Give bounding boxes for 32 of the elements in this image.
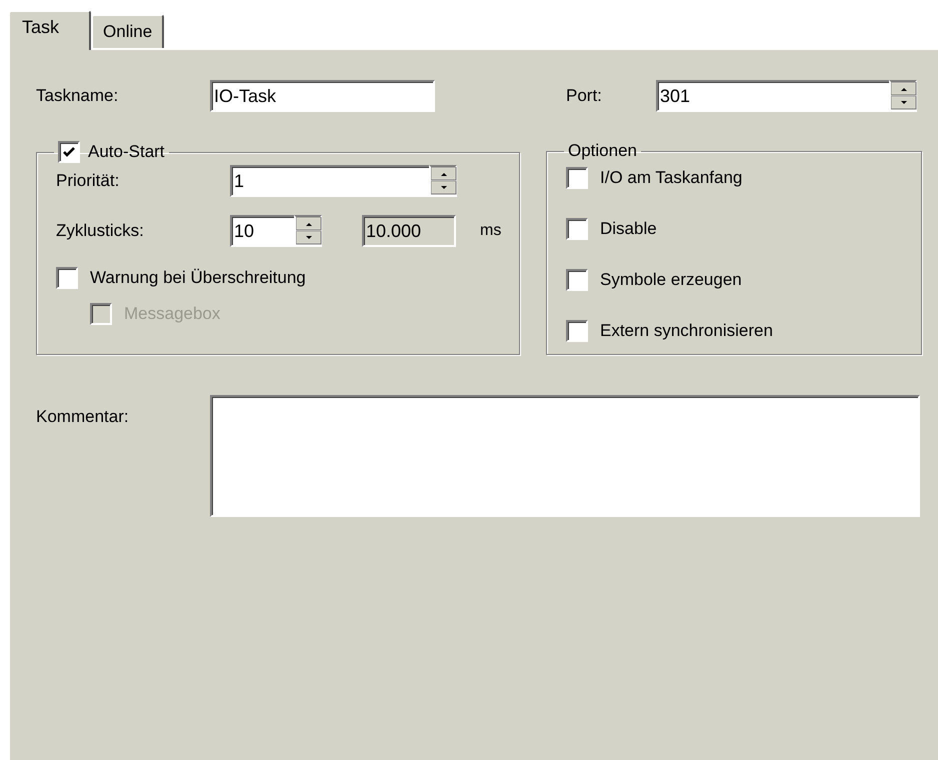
spin-button[interactable] [429, 165, 457, 197]
checkbox[interactable] [566, 320, 588, 342]
number-field[interactable]: 301 [656, 80, 889, 112]
field-label: Kommentar: [36, 406, 130, 428]
checkbox[interactable] [56, 267, 78, 289]
group-title: Optionen [568, 141, 637, 161]
checkbox-label: Warnung bei Überschreitung [90, 268, 306, 288]
checkbox-label: Extern synchronisieren [600, 321, 773, 341]
checkbox-label: Auto-Start [88, 142, 165, 162]
checkbox[interactable] [566, 269, 588, 291]
unit-label: ms [480, 222, 502, 240]
spin-button[interactable] [294, 215, 322, 247]
checkbox-label: Symbole erzeugen [600, 270, 742, 290]
checkbox-label: Disable [600, 219, 657, 239]
field-label: Port: [566, 86, 603, 106]
checkbox[interactable] [58, 141, 80, 163]
readonly-field[interactable]: 10.000 [362, 215, 456, 247]
field-label: Priorität: [56, 171, 120, 191]
checkbox-label: Messagebox [124, 304, 220, 324]
checkbox[interactable] [566, 167, 588, 189]
text-field[interactable]: IO-Task [210, 80, 435, 112]
tab[interactable]: Task [8, 10, 92, 50]
checkbox-label: I/O am Taskanfang [600, 168, 742, 188]
checkmark-icon [62, 145, 76, 159]
number-field[interactable]: 10 [230, 215, 294, 247]
checkbox[interactable] [566, 218, 588, 240]
comment-field[interactable] [210, 395, 920, 517]
spin-button[interactable] [889, 80, 917, 112]
field-label: Zyklusticks: [56, 221, 145, 241]
tab[interactable]: Online [91, 14, 164, 48]
number-field[interactable]: 1 [230, 165, 429, 197]
field-label: Taskname: [36, 86, 120, 106]
